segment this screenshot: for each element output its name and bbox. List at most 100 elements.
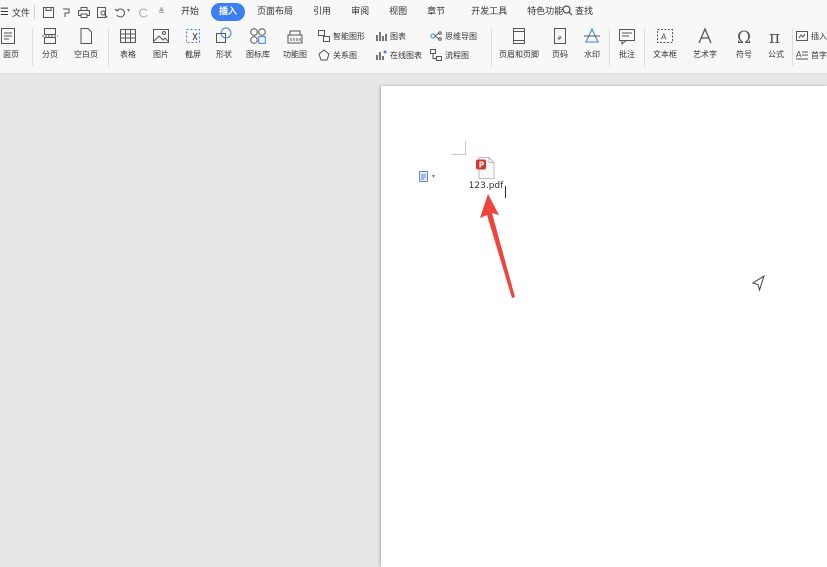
cover-page-label: 面页 (3, 50, 19, 59)
hamburger-icon: ☰ (0, 6, 9, 18)
function-chart-button[interactable]: 功能图 (277, 24, 313, 68)
icon-library-button[interactable]: 图标库 (242, 24, 274, 68)
online-chart-button[interactable]: 在线图表 (375, 46, 422, 64)
shapes-button[interactable]: 形状 (209, 24, 239, 68)
flow-chart-label: 流程图 (445, 50, 469, 60)
omega-symbol-icon: Ω (737, 28, 751, 45)
page-break-label: 分页 (42, 50, 58, 59)
table-label: 表格 (120, 50, 136, 59)
icon-library-label: 图标库 (246, 50, 270, 59)
save-icon[interactable] (40, 4, 56, 20)
mind-map-icon (430, 31, 442, 41)
flow-chart-button[interactable]: 流程图 (430, 46, 469, 64)
header-footer-icon (513, 28, 525, 44)
svg-text:A: A (661, 33, 667, 42)
blank-page-label: 空白页 (74, 50, 98, 59)
pdf-file-icon: P (476, 157, 495, 179)
drop-cap-button[interactable]: A 首字 (796, 46, 827, 64)
text-box-button[interactable]: A 文本框 (647, 24, 683, 68)
tab-references[interactable]: 引用 (305, 3, 339, 21)
divider (644, 28, 645, 66)
chart-label: 图表 (390, 31, 406, 41)
page-number-label: 页码 (552, 50, 568, 59)
tab-developer[interactable]: 开发工具 (457, 3, 515, 21)
search-button[interactable]: 查找 (562, 4, 593, 17)
tab-home[interactable]: 开始 (173, 3, 207, 21)
watermark-label: 水印 (584, 50, 600, 59)
tab-review[interactable]: 审阅 (343, 3, 377, 21)
divider (32, 28, 33, 66)
pdf-attachment-object[interactable]: P 123.pdf (466, 157, 506, 191)
formula-label: 公式 (768, 50, 784, 59)
word-art-icon (698, 27, 712, 44)
svg-text:A: A (796, 50, 802, 59)
pi-formula-icon: π (769, 28, 780, 45)
tab-chapter[interactable]: 章节 (419, 3, 453, 21)
shapes-label: 形状 (216, 50, 232, 59)
mind-map-label: 思维导图 (445, 31, 477, 41)
relation-chart-button[interactable]: 关系图 (318, 46, 357, 64)
menu-bar: ☰ 文件 ▾ ≚ 开始 插入 页面布局 引用 审阅 视图 章节 开发工具 特色功… (0, 0, 827, 24)
page-break-icon (42, 28, 58, 44)
chart-button[interactable]: 图表 (375, 27, 406, 45)
screenshot-icon (186, 29, 200, 43)
svg-text:Ω: Ω (737, 28, 751, 45)
smart-graphic-icon (318, 30, 330, 42)
redo-icon[interactable] (136, 4, 152, 20)
header-footer-label: 页眉和页脚 (499, 50, 539, 59)
file-menu[interactable]: ☰ 文件 (0, 0, 30, 24)
page-number-button[interactable]: # 页码 (546, 24, 574, 68)
table-icon (120, 29, 136, 43)
svg-text:#: # (557, 35, 562, 42)
smart-graphic-button[interactable]: 智能图形 (318, 27, 365, 45)
divider (491, 28, 492, 66)
comment-icon (619, 29, 635, 45)
page-number-icon: # (554, 28, 566, 44)
comment-label: 批注 (619, 50, 635, 59)
svg-text:P: P (479, 161, 485, 170)
redo-format-icon[interactable] (58, 4, 74, 20)
watermark-button[interactable]: 水印 (578, 24, 606, 68)
cover-page-button[interactable]: 面页 (0, 24, 22, 68)
symbol-label: 符号 (736, 50, 752, 59)
page-break-button[interactable]: 分页 (36, 24, 64, 68)
insert-object-label: 插入 (811, 31, 827, 41)
insert-object-button[interactable]: 插入 (796, 27, 827, 45)
blank-page-icon (80, 28, 92, 44)
tab-view[interactable]: 视图 (381, 3, 415, 21)
relation-chart-icon (318, 49, 330, 61)
tab-insert[interactable]: 插入 (211, 3, 246, 21)
text-box-label: 文本框 (653, 50, 677, 59)
symbol-button[interactable]: Ω 符号 (729, 24, 759, 68)
table-button[interactable]: 表格 (113, 24, 143, 68)
print-icon[interactable] (76, 4, 92, 20)
cover-page-icon (1, 28, 15, 44)
undo-dropdown-icon[interactable]: ▾ (127, 7, 130, 14)
drop-cap-icon: A (796, 50, 808, 60)
icon-library-icon (250, 28, 266, 44)
insert-ribbon: 面页 分页 空白页 表格 图片 截屏 形状 图标库 功能图 智能图形 图表 思维… (0, 24, 827, 74)
chart-icon (376, 32, 387, 41)
customize-quickaccess-icon[interactable]: ≚ (158, 7, 165, 16)
shapes-icon (216, 27, 232, 43)
formula-button[interactable]: π 公式 (762, 24, 790, 68)
divider (609, 28, 610, 66)
online-chart-label: 在线图表 (390, 50, 422, 60)
tab-page-layout[interactable]: 页面布局 (249, 3, 301, 21)
mouse-pointer-icon (752, 275, 765, 292)
screenshot-button[interactable]: 截屏 (178, 24, 208, 68)
red-arrow-annotation (480, 194, 515, 298)
comment-button[interactable]: 批注 (613, 24, 641, 68)
word-art-button[interactable]: 艺术字 (687, 24, 723, 68)
undo-icon[interactable] (112, 4, 128, 20)
divider (108, 28, 109, 66)
svg-text:π: π (769, 28, 780, 45)
header-footer-button[interactable]: 页眉和页脚 (497, 24, 541, 68)
picture-button[interactable]: 图片 (146, 24, 176, 68)
paste-options-icon[interactable]: ▾ (418, 170, 435, 182)
blank-page-button[interactable]: 空白页 (68, 24, 104, 68)
document-page[interactable] (381, 86, 827, 567)
text-box-icon: A (657, 29, 673, 43)
print-preview-icon[interactable] (94, 4, 110, 20)
mind-map-button[interactable]: 思维导图 (430, 27, 477, 45)
